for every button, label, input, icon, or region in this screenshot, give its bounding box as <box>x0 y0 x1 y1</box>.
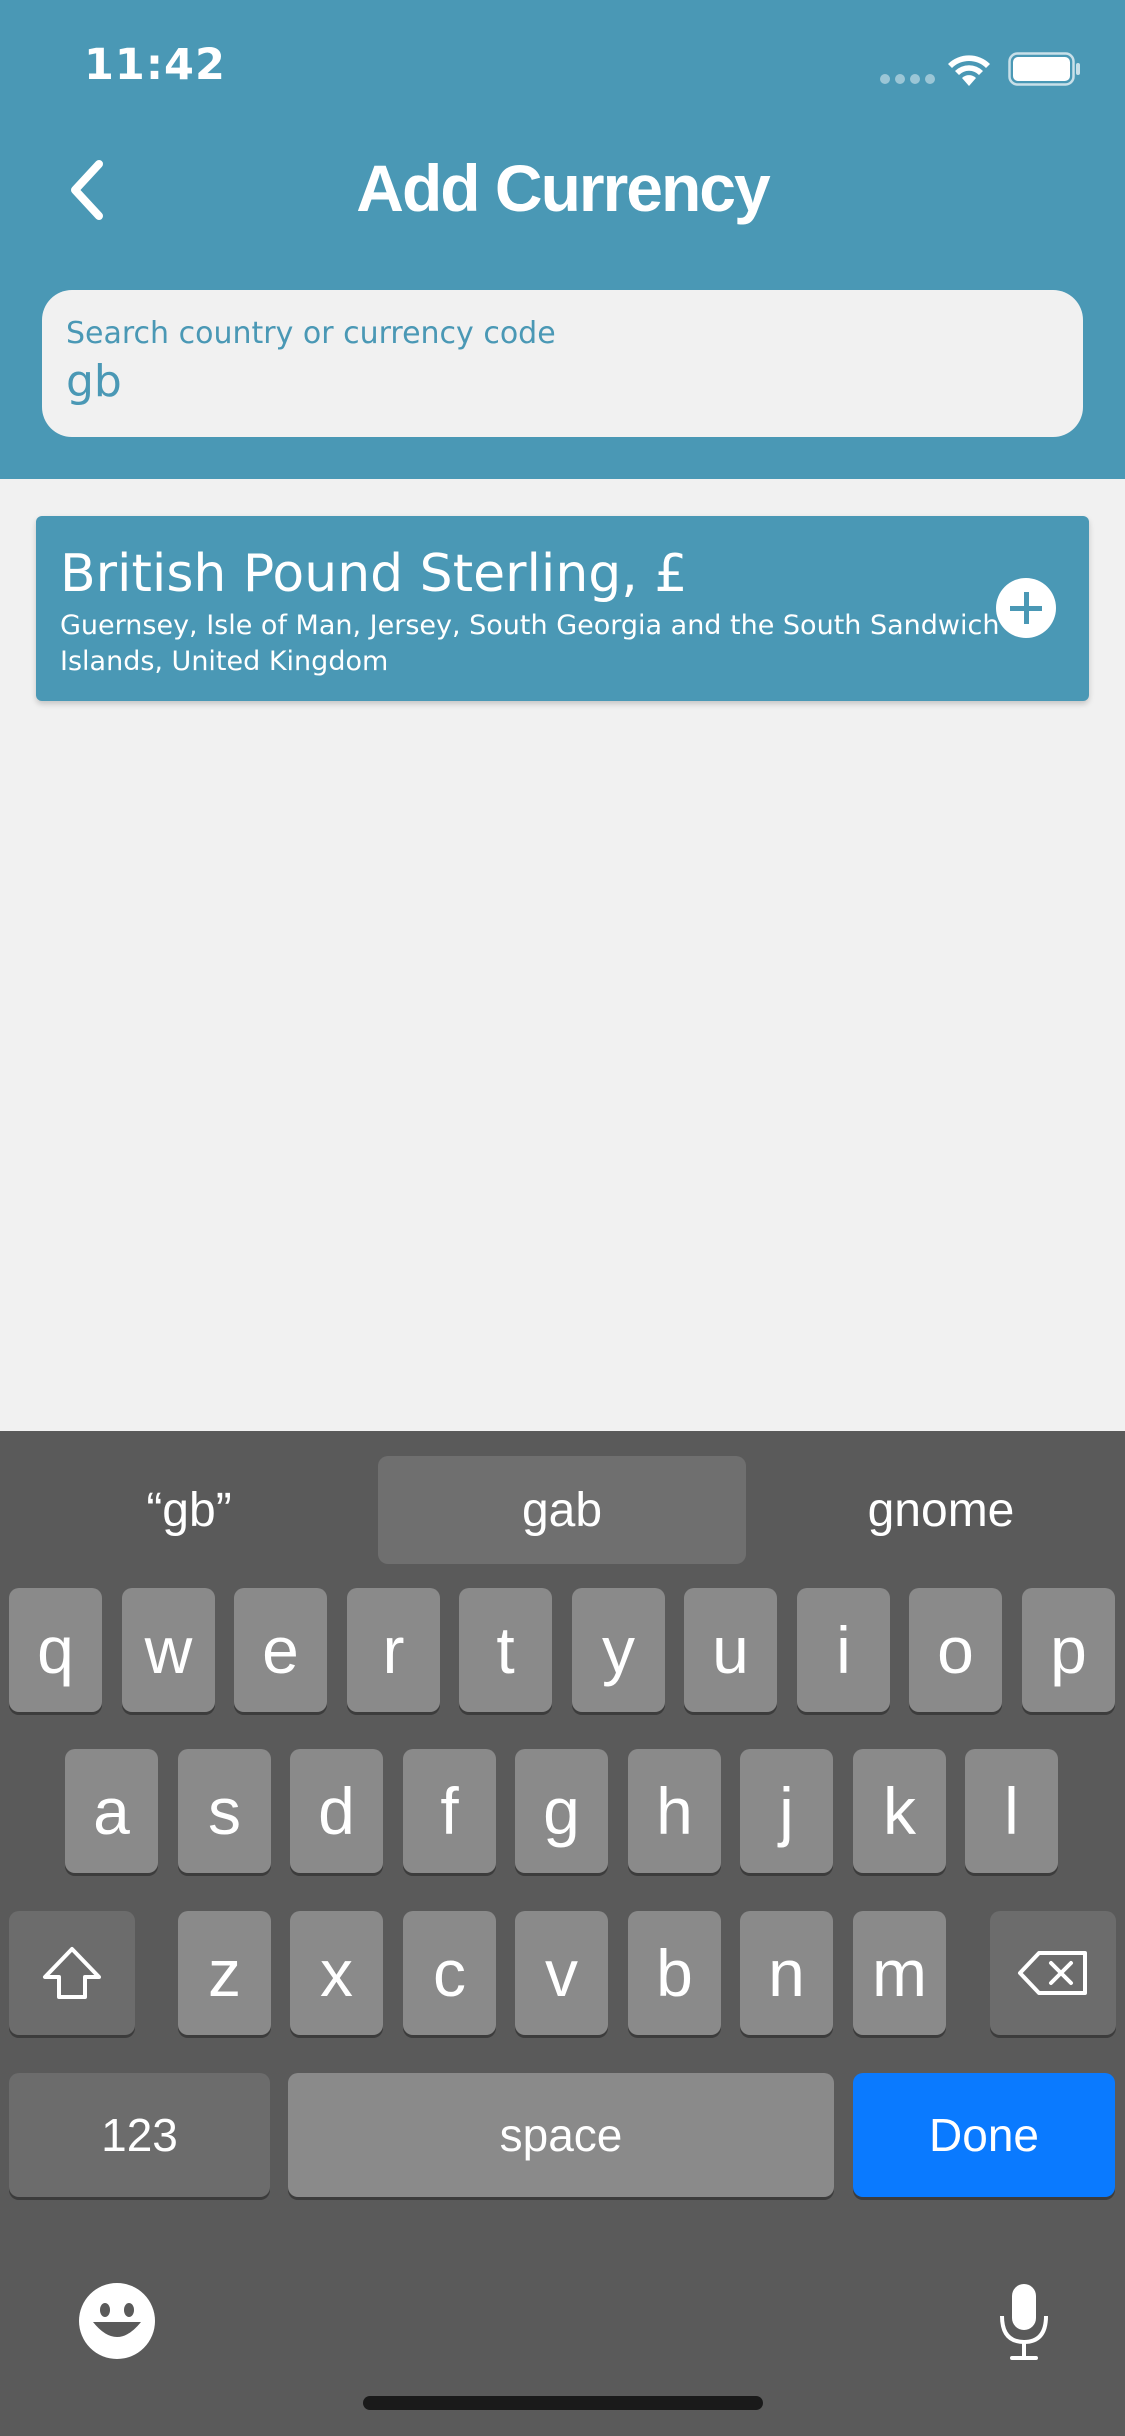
key-g[interactable]: g <box>515 1749 608 1873</box>
search-label: Search country or currency code <box>66 316 556 351</box>
key-v[interactable]: v <box>515 1911 608 2035</box>
backspace-icon <box>1018 1951 1087 1995</box>
key-n[interactable]: n <box>740 1911 833 2035</box>
key-x[interactable]: x <box>290 1911 383 2035</box>
key-c[interactable]: c <box>403 1911 496 2035</box>
space-key[interactable]: space <box>288 2073 834 2197</box>
shift-key[interactable] <box>9 1911 135 2035</box>
key-e[interactable]: e <box>234 1588 327 1712</box>
key-s[interactable]: s <box>178 1749 271 1873</box>
key-b[interactable]: b <box>628 1911 721 2035</box>
keyboard: “gb” gab gnome q w e r t y u i o p a s d… <box>0 1431 1125 2436</box>
key-o[interactable]: o <box>909 1588 1002 1712</box>
wifi-icon <box>948 55 990 86</box>
cellular-signal-icon <box>880 74 935 84</box>
suggestion-3[interactable]: gnome <box>757 1456 1125 1564</box>
key-z[interactable]: z <box>178 1911 271 2035</box>
suggestion-1[interactable]: “gb” <box>0 1456 378 1564</box>
battery-icon <box>1008 52 1080 86</box>
done-key[interactable]: Done <box>853 2073 1115 2197</box>
status-time: 11:42 <box>84 40 226 90</box>
key-p[interactable]: p <box>1022 1588 1115 1712</box>
key-l[interactable]: l <box>965 1749 1058 1873</box>
key-k[interactable]: k <box>853 1749 946 1873</box>
key-q[interactable]: q <box>9 1588 102 1712</box>
key-r[interactable]: r <box>347 1588 440 1712</box>
numbers-key[interactable]: 123 <box>9 2073 270 2197</box>
delete-key[interactable] <box>990 1911 1116 2035</box>
search-field[interactable]: Search country or currency code <box>42 290 1083 437</box>
key-f[interactable]: f <box>403 1749 496 1873</box>
key-m[interactable]: m <box>853 1911 946 2035</box>
key-w[interactable]: w <box>122 1588 215 1712</box>
currency-result-item[interactable]: British Pound Sterling, £ Guernsey, Isle… <box>36 516 1089 701</box>
currency-countries: Guernsey, Isle of Man, Jersey, South Geo… <box>60 610 1000 677</box>
key-i[interactable]: i <box>797 1588 890 1712</box>
plus-circle-icon[interactable] <box>996 578 1056 638</box>
home-indicator <box>363 2396 763 2410</box>
currency-title: British Pound Sterling, £ <box>60 544 688 604</box>
emoji-icon[interactable] <box>78 2282 156 2360</box>
key-d[interactable]: d <box>290 1749 383 1873</box>
app-header: 11:42 Add Currency Search country or cur… <box>0 0 1125 479</box>
key-u[interactable]: u <box>684 1588 777 1712</box>
search-input[interactable] <box>66 356 1046 407</box>
key-h[interactable]: h <box>628 1749 721 1873</box>
key-a[interactable]: a <box>65 1749 158 1873</box>
shift-icon <box>43 1947 101 1999</box>
key-j[interactable]: j <box>740 1749 833 1873</box>
key-y[interactable]: y <box>572 1588 665 1712</box>
key-t[interactable]: t <box>459 1588 552 1712</box>
microphone-icon[interactable] <box>996 2282 1052 2362</box>
page-title: Add Currency <box>356 151 770 225</box>
suggestion-2[interactable]: gab <box>378 1456 746 1564</box>
